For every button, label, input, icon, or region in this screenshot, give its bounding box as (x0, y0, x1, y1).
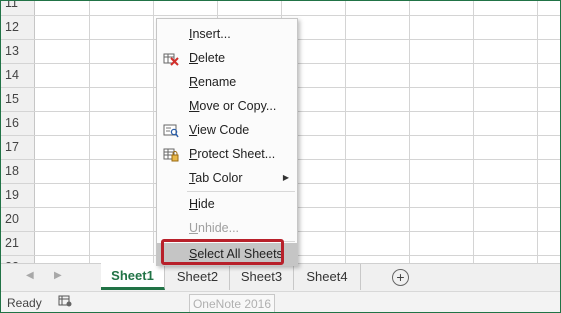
sheet-tab-sheet1[interactable]: Sheet1 (101, 263, 165, 290)
sheet-tab-sheet4[interactable]: Sheet4 (294, 264, 361, 290)
sheet-tab-sheet2[interactable]: Sheet2 (166, 264, 230, 290)
macro-record-icon[interactable] (58, 295, 72, 307)
menu-item-move-or-copy[interactable]: Move or Copy... (157, 95, 297, 117)
submenu-arrow-icon: ▶ (282, 173, 289, 182)
menu-item-label: Protect Sheet... (189, 147, 276, 161)
row-header[interactable]: 21 (1, 232, 35, 255)
row-header[interactable]: 12 (1, 16, 35, 39)
horizontal-scrollbar[interactable] (451, 270, 551, 282)
view-code-icon (163, 123, 179, 138)
row-header[interactable]: 17 (1, 136, 35, 159)
status-bar: Ready (1, 291, 560, 312)
column-gridline (89, 1, 90, 263)
menu-item-rename[interactable]: Rename (157, 71, 297, 93)
row-header[interactable]: 13 (1, 40, 35, 63)
row-header[interactable]: 18 (1, 160, 35, 183)
annotation-highlight-box (161, 239, 284, 265)
new-sheet-button[interactable]: + (392, 269, 409, 286)
menu-item-label: Delete (189, 51, 226, 65)
row-header[interactable]: 19 (1, 184, 35, 207)
column-gridline (345, 1, 346, 263)
row-header[interactable]: 16 (1, 112, 35, 135)
row-header[interactable]: 14 (1, 64, 35, 87)
menu-item-protect-sheet[interactable]: Protect Sheet... (157, 143, 297, 165)
row-header[interactable]: 15 (1, 88, 35, 111)
menu-item-unhide: Unhide... (157, 217, 297, 239)
column-gridline (153, 1, 154, 263)
menu-item-label: Hide (189, 197, 215, 211)
row-header[interactable]: 11 (1, 1, 35, 15)
menu-item-tab-color[interactable]: Tab Color ▶ (157, 167, 297, 189)
scroll-tabs-right-icon[interactable]: ▶ (54, 270, 62, 281)
menu-item-label: View Code (189, 123, 250, 137)
delete-sheet-icon (163, 51, 179, 66)
onenote-tooltip: OneNote 2016 (189, 294, 275, 312)
row-header[interactable]: 20 (1, 208, 35, 231)
scroll-tabs-left-icon[interactable]: ◀ (26, 270, 34, 281)
menu-item-label: Unhide... (189, 221, 240, 235)
protect-sheet-icon (163, 147, 179, 162)
column-gridline (473, 1, 474, 263)
column-gridline (409, 1, 410, 263)
menu-separator (187, 191, 295, 192)
menu-item-delete[interactable]: Delete (157, 47, 297, 69)
sheet-tab-bar: ◀ ▶ Sheet1 Sheet2 Sheet3 Sheet4 + (1, 263, 560, 292)
menu-item-label: Move or Copy... (189, 99, 277, 113)
menu-item-view-code[interactable]: View Code (157, 119, 297, 141)
ready-status: Ready (7, 296, 42, 310)
menu-item-hide[interactable]: Hide (157, 193, 297, 215)
menu-item-label: Tab Color (189, 171, 243, 185)
menu-item-label: Rename (189, 75, 237, 89)
sheet-context-menu: Insert... Delete Rename Move or Copy... (156, 18, 298, 266)
menu-item-insert[interactable]: Insert... (157, 23, 297, 45)
column-gridline (537, 1, 538, 263)
excel-window: 11 12 13 14 15 16 17 18 19 20 21 22 23 ◀… (0, 0, 561, 313)
menu-item-label: Insert... (189, 27, 231, 41)
sheet-tab-sheet3[interactable]: Sheet3 (230, 264, 294, 290)
